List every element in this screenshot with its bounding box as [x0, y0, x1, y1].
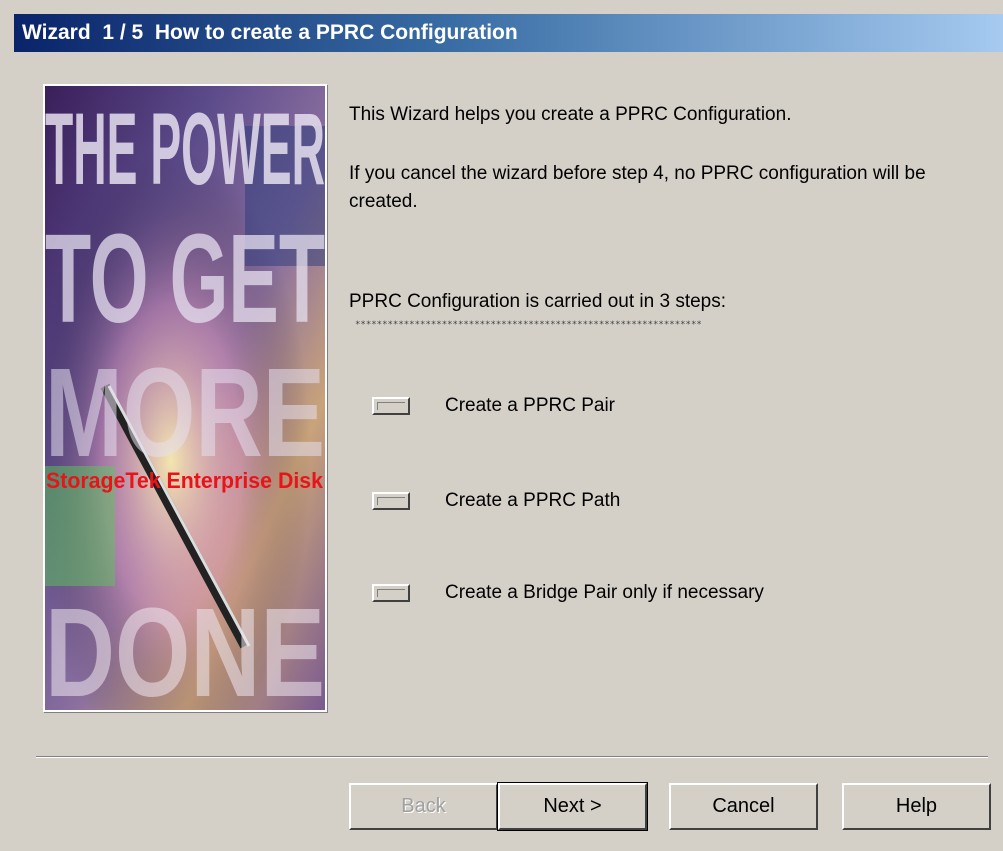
- step-label: Create a PPRC Path: [445, 490, 621, 511]
- banner-line-3: MORE: [45, 342, 325, 483]
- back-button[interactable]: Back: [349, 783, 498, 830]
- button-separator: [36, 756, 988, 758]
- banner-line-1: THE POWER: [45, 92, 325, 206]
- help-button[interactable]: Help: [842, 783, 991, 830]
- step-indicator-icon: [372, 584, 410, 602]
- intro-text: This Wizard helps you create a PPRC Conf…: [349, 104, 792, 125]
- asterisk-separator: ****************************************…: [355, 320, 702, 330]
- title-bar: Wizard 1 / 5 How to create a PPRC Config…: [14, 14, 1003, 52]
- step-label: Create a Bridge Pair only if necessary: [445, 582, 764, 603]
- step-label: Create a PPRC Pair: [445, 395, 616, 416]
- cancel-button[interactable]: Cancel: [669, 783, 818, 830]
- step-indicator-icon: [372, 492, 410, 510]
- banner-line-2: TO GET: [45, 208, 325, 349]
- storagetek-banner-image: THE POWER TO GET MORE DONE StorageTek En…: [43, 84, 327, 712]
- step-indicator-icon: [372, 397, 410, 415]
- steps-heading: PPRC Configuration is carried out in 3 s…: [349, 291, 727, 312]
- next-button[interactable]: Next >: [497, 782, 648, 831]
- banner-line-4: DONE: [45, 582, 325, 710]
- banner-tagline: StorageTek Enterprise Disk: [46, 468, 324, 493]
- wizard-window: Wizard 1 / 5 How to create a PPRC Config…: [0, 0, 1003, 851]
- cancel-note-text: If you cancel the wizard before step 4, …: [349, 163, 926, 212]
